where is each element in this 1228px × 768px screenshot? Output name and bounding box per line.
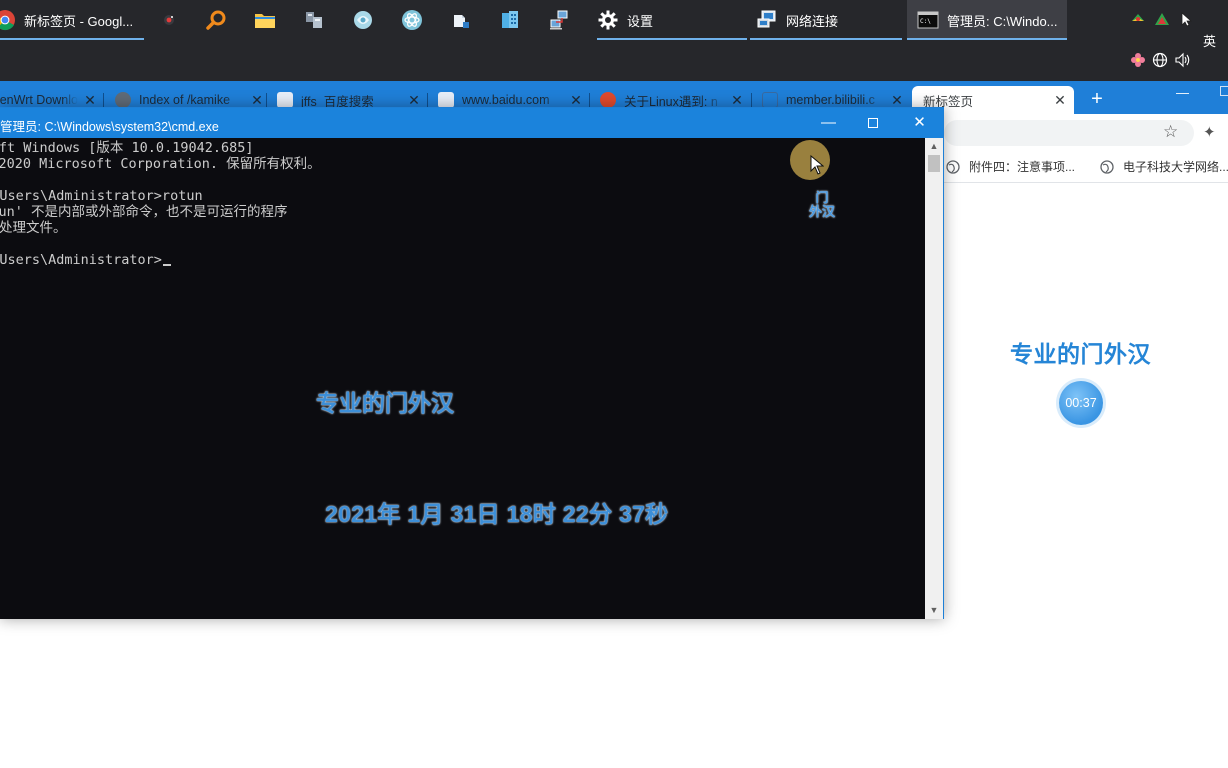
- taskbar-item-file[interactable]: [450, 0, 474, 40]
- tray-bottom-row: [1130, 52, 1190, 68]
- tab-title: member.bilibili.c: [786, 93, 875, 107]
- taskbar-item-app[interactable]: [352, 0, 376, 40]
- taskbar-item-network-places[interactable]: [303, 0, 327, 40]
- media-icon: [158, 9, 180, 31]
- watermark-small: 门 外汉: [809, 190, 836, 219]
- taskbar-item-cmd[interactable]: C:\ 管理员: C:\Windo...: [907, 0, 1067, 40]
- cmd-minimize-button[interactable]: —: [806, 108, 851, 138]
- tab-close-button[interactable]: ✕: [1052, 92, 1068, 109]
- tab-close-button[interactable]: ✕: [568, 92, 584, 109]
- taskbar-item-media[interactable]: [158, 0, 182, 40]
- search-icon: [205, 9, 227, 31]
- taskbar-item-search[interactable]: [205, 0, 229, 40]
- app-icon: [352, 9, 374, 31]
- cmd-window: 管理员: C:\Windows\system32\cmd.exe — ✕ Mic…: [0, 107, 944, 619]
- csdn-icon: [600, 92, 616, 108]
- taskbar-item-explorer[interactable]: [254, 0, 278, 40]
- taskbar-item-network-connections[interactable]: 网络连接: [750, 0, 902, 40]
- taskbar-item-settings[interactable]: 设置: [597, 0, 747, 40]
- datetime-overlay: 2021年 1月 31日 18时 22分 37秒: [325, 501, 669, 527]
- bookmark-star-icon[interactable]: ☆: [1163, 123, 1178, 141]
- chrome-maximize-button[interactable]: [1220, 86, 1228, 96]
- globe-icon: [115, 92, 131, 108]
- taskbar-item-label: 管理员: C:\Windo...: [947, 13, 1058, 29]
- triangle-icon[interactable]: [1154, 11, 1170, 27]
- svg-text:C:\: C:\: [920, 18, 931, 25]
- tab-close-button[interactable]: ✕: [82, 92, 98, 109]
- network-adapter-icon: [548, 9, 570, 31]
- tab-title: www.baidu.com: [462, 93, 550, 107]
- bookmark-item[interactable]: 附件四：注意事项...: [946, 158, 1075, 175]
- console-output[interactable]: Microsoft Windows [版本 10.0.19042.685] (c…: [0, 138, 925, 619]
- taskbar-item-electron[interactable]: [401, 0, 425, 40]
- mouse-pointer-icon: [810, 155, 824, 175]
- timer-badge: 00:37: [1059, 381, 1103, 425]
- bilibili-icon: [762, 92, 778, 108]
- console-line: (c) 2020 Microsoft Corporation. 保留所有权利。: [0, 156, 321, 172]
- tab-close-button[interactable]: ✕: [889, 92, 905, 109]
- tab-title: Index of /kamike: [139, 93, 231, 107]
- taskbar-item-network-adapter[interactable]: [548, 0, 572, 40]
- taskbar-item-building[interactable]: [499, 0, 523, 40]
- baidu-paw-icon: [277, 92, 293, 108]
- taskbar-item-label: 网络连接: [786, 13, 839, 29]
- electron-icon: [401, 9, 423, 31]
- console-line: C:\Users\Administrator>rotun: [0, 188, 203, 204]
- bookmark-item[interactable]: 电子科技大学网络...: [1100, 158, 1228, 175]
- taskbar-item-label: 新标签页 - Googl...: [24, 13, 134, 29]
- scroll-down-arrow[interactable]: ▼: [925, 602, 943, 619]
- page-logo-text: 专业的门外汉: [1010, 341, 1151, 367]
- globe-icon: [946, 159, 960, 174]
- pointer-icon[interactable]: [1178, 11, 1194, 27]
- text-cursor: [162, 264, 171, 266]
- tab-close-button[interactable]: ✕: [406, 92, 422, 109]
- folder-icon: [254, 9, 276, 31]
- taskbar: 新标签页 - Googl... 设置 网络连接 C:\ 管理员: C:\Wind…: [0, 0, 1228, 81]
- taskbar-item-chrome[interactable]: 新标签页 - Googl...: [0, 0, 144, 40]
- scrollbar-thumb[interactable]: [928, 155, 940, 172]
- taskbar-item-label: 设置: [627, 13, 654, 29]
- chrome-icon: [0, 9, 16, 31]
- cmd-icon: C:\: [917, 9, 939, 31]
- prompt-text: C:\Users\Administrator>: [0, 252, 162, 268]
- cmd-maximize-button[interactable]: [851, 108, 896, 138]
- tray-top-row: [1130, 11, 1194, 27]
- cmd-window-title: 管理员: C:\Windows\system32\cmd.exe: [0, 120, 219, 134]
- address-bar[interactable]: [944, 120, 1194, 146]
- tab-title: OpenWrt Downlo: [0, 93, 78, 107]
- baidu-paw-icon: [438, 92, 454, 108]
- tab-close-button[interactable]: ✕: [729, 92, 745, 109]
- gear-icon: [597, 9, 619, 31]
- chrome-minimize-button[interactable]: —: [1176, 85, 1189, 100]
- building-icon: [499, 9, 521, 31]
- bookmark-label: 附件四：注意事项...: [969, 160, 1076, 174]
- bookmark-label: 电子科技大学网络...: [1123, 160, 1228, 174]
- shield-icon[interactable]: [1130, 11, 1146, 27]
- cmd-titlebar[interactable]: 管理员: C:\Windows\system32\cmd.exe — ✕: [0, 108, 943, 138]
- file-icon: [450, 9, 472, 31]
- scroll-up-arrow[interactable]: ▲: [925, 138, 943, 155]
- globe-icon[interactable]: [1152, 52, 1168, 68]
- console-line: Microsoft Windows [版本 10.0.19042.685]: [0, 140, 254, 156]
- console-prompt: C:\Users\Administrator>: [0, 252, 171, 268]
- console-line: 'rotun' 不是内部或外部命令，也不是可运行的程序: [0, 204, 288, 220]
- console-line: 或批处理文件。: [0, 220, 67, 236]
- flower-icon[interactable]: [1130, 52, 1146, 68]
- tab-close-button[interactable]: ✕: [249, 92, 265, 109]
- network-connections-icon: [756, 9, 778, 31]
- cmd-close-button[interactable]: ✕: [897, 108, 942, 138]
- new-tab-button[interactable]: +: [1086, 88, 1108, 110]
- globe-icon: [1100, 159, 1114, 174]
- speaker-icon[interactable]: [1174, 52, 1190, 68]
- ime-indicator[interactable]: 英: [1203, 31, 1216, 50]
- watermark-text: 专业的门外汉: [316, 390, 454, 416]
- extensions-puzzle-icon[interactable]: ✦: [1203, 123, 1216, 141]
- network-places-icon: [303, 9, 325, 31]
- cmd-scrollbar[interactable]: ▲ ▼: [925, 138, 943, 619]
